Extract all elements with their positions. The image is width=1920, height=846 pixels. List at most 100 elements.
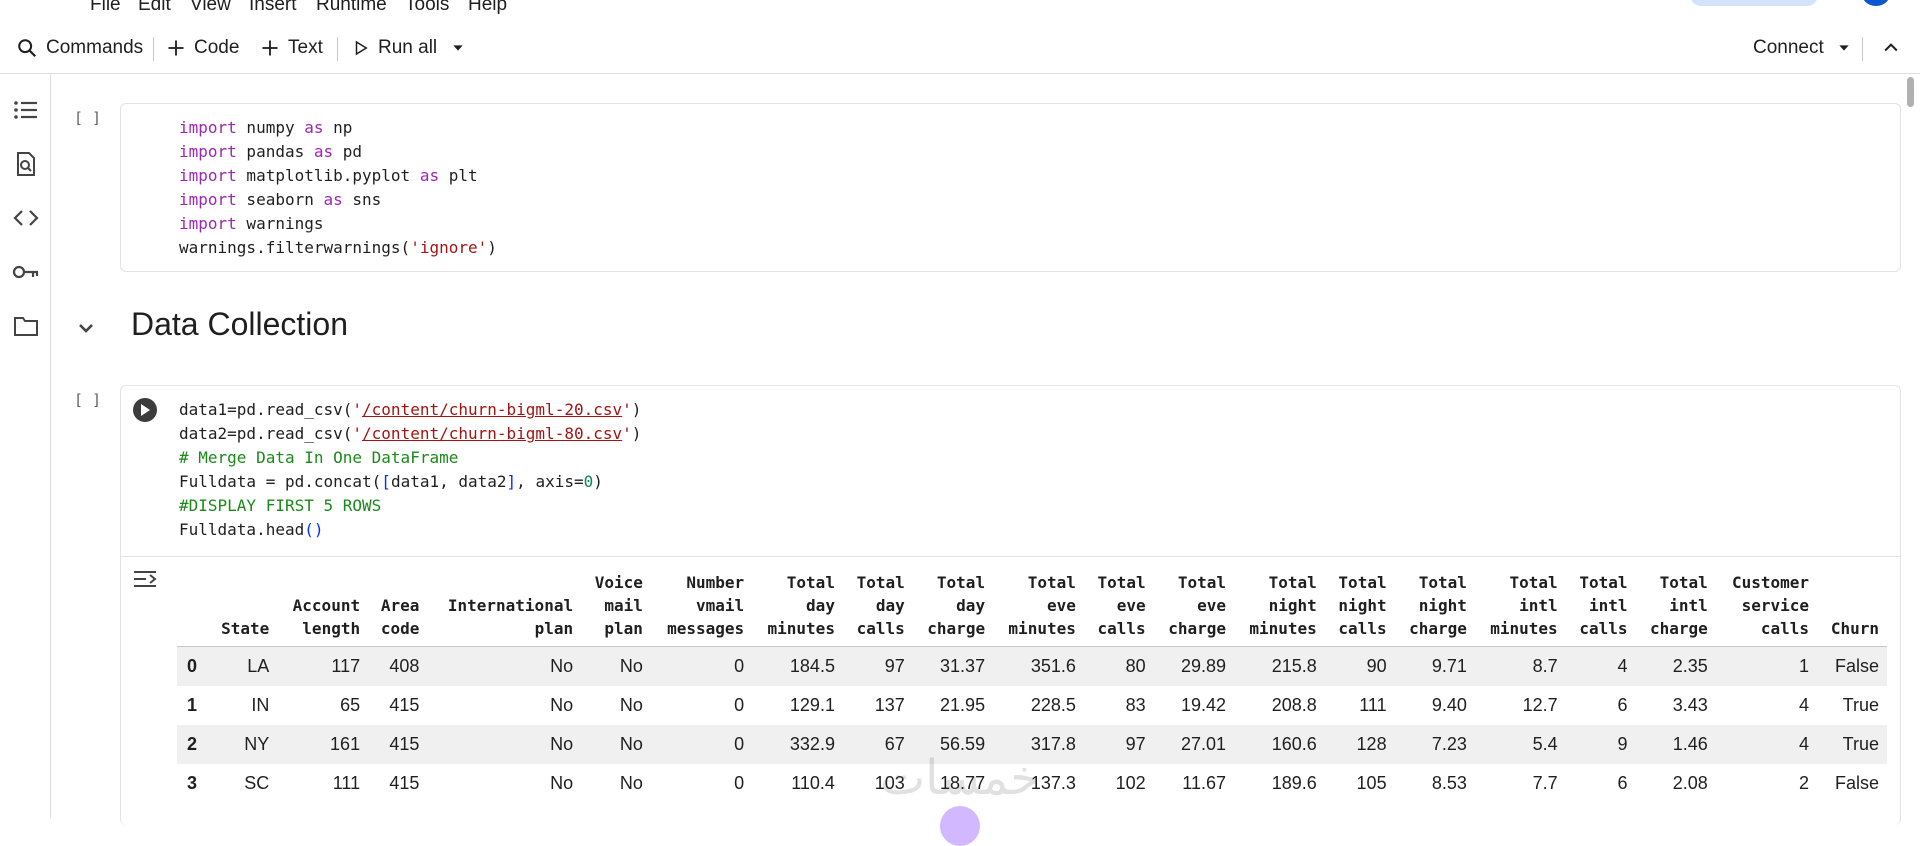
left-sidebar [0,74,51,818]
code-comment: #DISPLAY FIRST 5 ROWS [179,496,382,515]
plus-icon [168,40,184,56]
table-cell: 8.53 [1431,772,1467,793]
avatar[interactable] [1862,0,1890,6]
table-cell: 11.67 [1182,772,1226,793]
find-replace-icon[interactable] [12,150,40,178]
table-cell: 5.4 [1474,724,1566,764]
column-header: Voice mail plan [581,571,651,647]
watermark-logo: خمسات [879,750,1041,806]
table-cell: 4 [1799,694,1810,715]
secrets-key-icon[interactable] [12,258,40,286]
run-all-dropdown[interactable] [450,22,474,74]
share-button[interactable] [1690,0,1818,6]
caret-down-icon [453,45,463,51]
watermark-dot [940,806,980,846]
column-header: Total intl charge [1635,571,1716,647]
column-header: Total day minutes [752,571,843,647]
scrollbar-thumb[interactable] [1907,77,1914,107]
run-all-button[interactable]: Run all [352,22,437,74]
table-cell: 208.8 [1271,694,1317,715]
column-header: Total day charge [912,571,994,647]
table-cell: 29.89 [1153,646,1234,686]
menu-help[interactable]: Help [468,0,507,16]
code-line: import matplotlib.pyplot as plt [179,166,478,185]
table-cell: 117 [277,646,369,686]
column-header: Total night calls [1324,571,1395,647]
table-cell: 228.5 [1030,694,1076,715]
add-code-button[interactable]: Code [166,22,239,74]
code-line: Fulldata.head() [179,520,324,539]
commands-button[interactable]: Commands [16,22,143,74]
table-cell: 65 [340,694,361,715]
toolbar-divider [153,37,154,61]
code-cell-imports[interactable]: import numpy as np import pandas as pd i… [120,103,1901,272]
menu-tools[interactable]: Tools [405,0,449,16]
table-cell: 21.95 [940,694,986,715]
table-cell: 83 [1125,694,1146,715]
table-cell: 189.6 [1271,772,1317,793]
table-cell: 0 [734,694,745,715]
chevron-up-icon [1884,43,1898,52]
table-cell: 332.9 [752,724,843,764]
connect-dropdown[interactable] [1836,22,1860,74]
column-header: Total intl minutes [1474,571,1566,647]
column-header: Total eve calls [1083,571,1154,647]
table-cell: 415 [389,694,420,715]
table-cell: 0 [650,724,753,764]
play-outline-icon [355,40,368,56]
play-icon [141,404,150,416]
table-of-contents-icon[interactable] [12,96,40,124]
code-snippets-icon[interactable] [12,204,40,232]
caret-down-icon [1839,45,1849,51]
column-header: International plan [427,571,582,647]
code-line: import seaborn as sns [179,190,382,209]
table-cell: 2 [1799,772,1810,793]
table-cell: IN [251,694,270,715]
run-all-label: Run all [378,37,438,58]
menu-runtime[interactable]: Runtime [316,0,387,16]
table-cell: 184.5 [752,646,843,686]
row-index: 2 [177,724,208,764]
run-cell-button[interactable] [133,398,157,422]
table-cell: 0 [734,772,745,793]
output-actions-icon[interactable] [133,569,157,594]
table-cell: No [581,646,651,686]
toolbar-divider [1862,37,1863,61]
code-comment: # Merge Data In One DataFrame [179,448,459,467]
column-header: Number vmail messages [650,571,753,647]
code-line: data2=pd.read_csv('/content/churn-bigml-… [179,424,642,443]
connect-button[interactable]: Connect [1753,22,1824,74]
table-cell: 160.6 [1233,724,1325,764]
collapse-toolbar-button[interactable] [1881,22,1909,74]
code-line: import warnings [179,214,324,233]
table-cell: 128 [1324,724,1395,764]
table-cell: 2.08 [1672,772,1708,793]
cell-execution-count: [ ] [74,391,102,409]
menu-file[interactable]: File [90,0,121,16]
menu-insert[interactable]: Insert [249,0,297,16]
table-cell: 8.7 [1474,646,1566,686]
table-cell: 12.7 [1522,694,1558,715]
menu-view[interactable]: View [190,0,231,16]
column-header: Total intl calls [1565,571,1636,647]
table-cell: 7.7 [1532,772,1558,793]
table-cell: 110.4 [791,772,835,793]
files-folder-icon[interactable] [12,312,40,340]
table-cell: 137 [874,694,905,715]
chevron-down-icon[interactable] [74,316,98,340]
file-path-link[interactable]: /content/churn-bigml-80.csv [362,424,622,443]
table-cell: 97 [842,646,913,686]
table-cell: 80 [1083,646,1154,686]
table-cell: 1.46 [1635,724,1716,764]
add-text-button[interactable]: Text [260,22,323,74]
column-header: Churn [1817,571,1887,647]
table-cell: No [550,772,574,793]
file-path-link[interactable]: /content/churn-bigml-20.csv [362,400,622,419]
table-cell: 9 [1565,724,1636,764]
table-cell: 415 [368,724,428,764]
code-line: import numpy as np [179,118,353,137]
column-header: Account length [277,571,369,647]
row-index: 0 [177,646,208,686]
row-index: 1 [187,694,198,715]
menu-edit[interactable]: Edit [138,0,171,16]
